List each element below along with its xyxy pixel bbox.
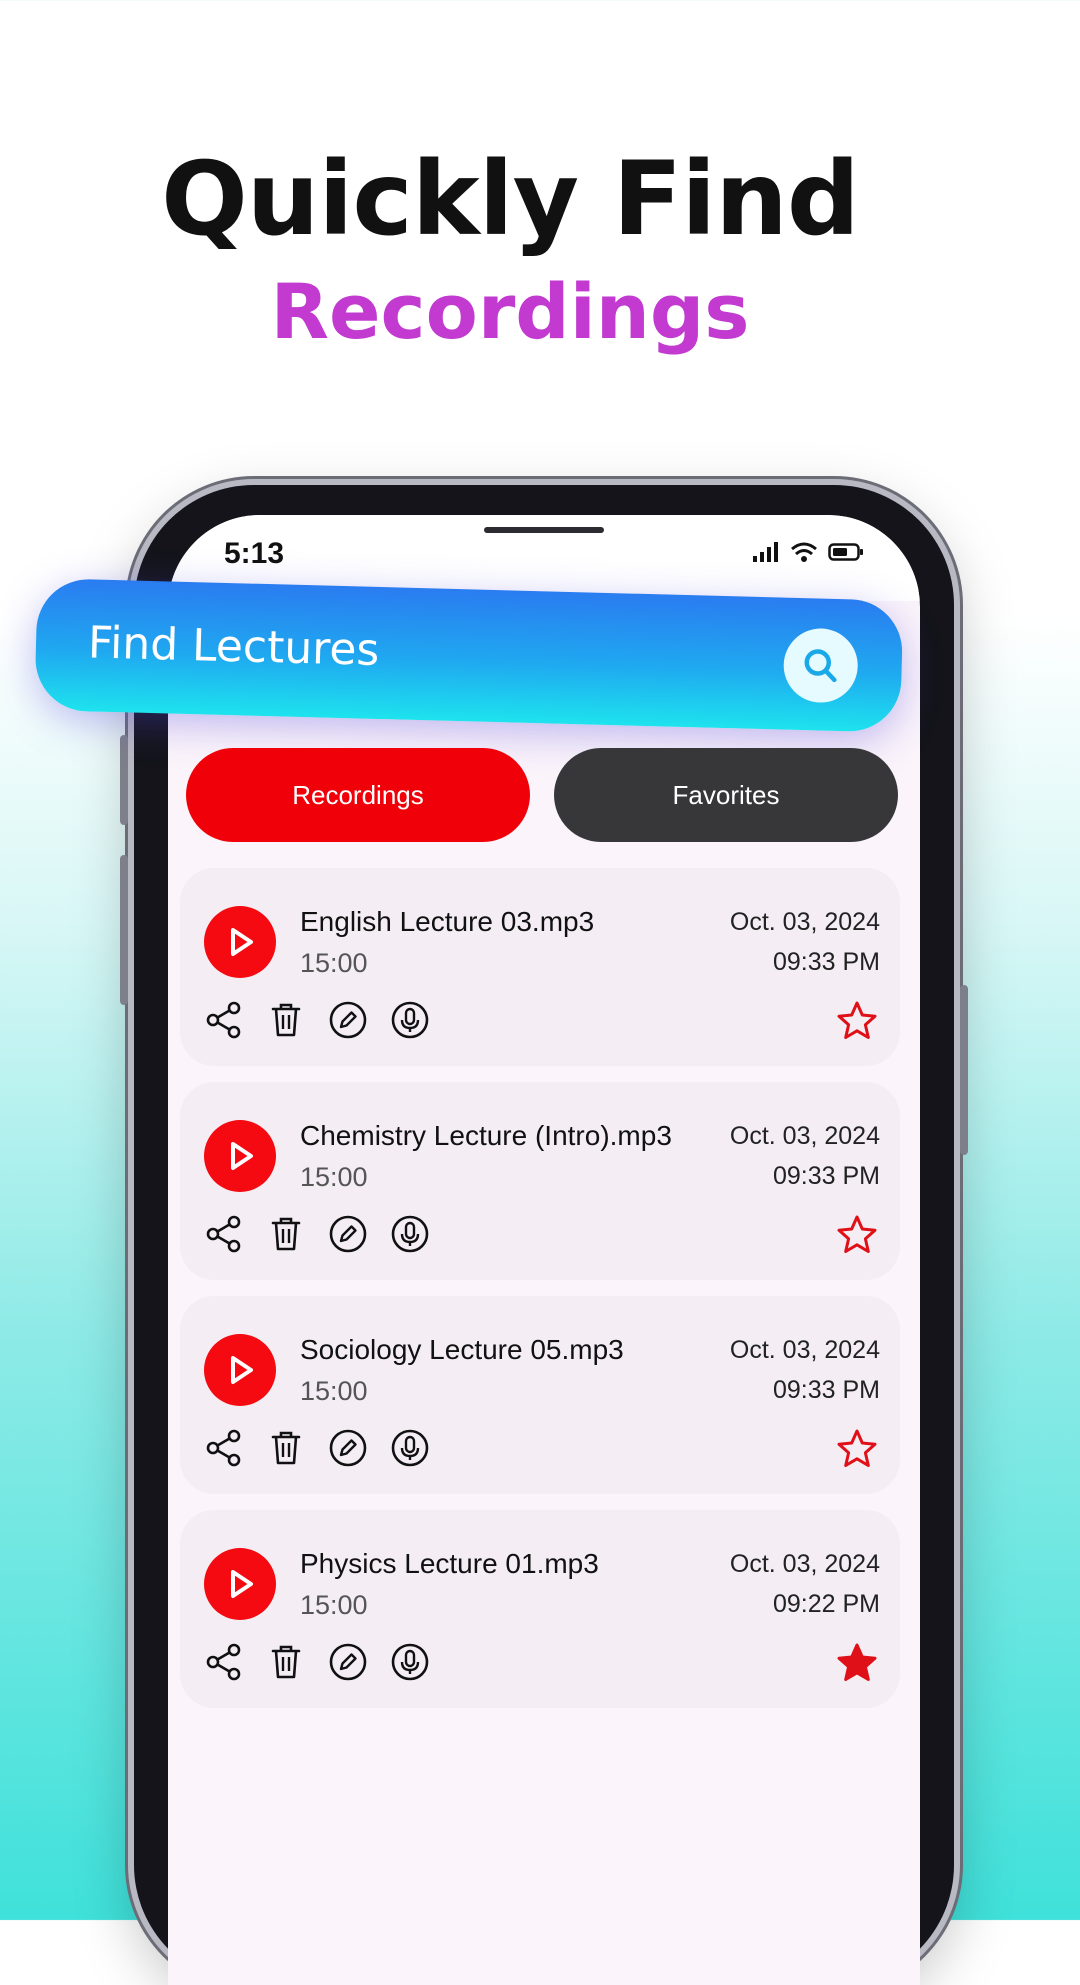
recording-time: 09:33 PM xyxy=(772,948,880,976)
tab-recordings[interactable]: Recordings xyxy=(186,748,530,842)
search-label: Find Lectures xyxy=(87,617,381,676)
recording-actions xyxy=(204,1000,430,1040)
search-bar[interactable]: Find Lectures xyxy=(34,578,904,733)
record-button[interactable] xyxy=(390,1642,430,1682)
record-button[interactable] xyxy=(390,1214,430,1254)
trash-icon xyxy=(271,1645,301,1679)
recording-date: Oct. 03, 2024 xyxy=(729,908,880,936)
play-icon xyxy=(231,928,253,956)
microphone-icon xyxy=(391,1643,429,1681)
play-button[interactable] xyxy=(204,1548,276,1620)
delete-button[interactable] xyxy=(266,1642,306,1682)
share-icon xyxy=(206,1643,241,1681)
delete-button[interactable] xyxy=(266,1428,306,1468)
share-button[interactable] xyxy=(204,1642,244,1682)
recording-actions xyxy=(204,1214,430,1254)
share-button[interactable] xyxy=(204,1428,244,1468)
share-button[interactable] xyxy=(204,1000,244,1040)
favorite-star-icon[interactable] xyxy=(836,1214,878,1256)
recording-card[interactable]: Sociology Lecture 05.mp3 15:00 Oct. 03, … xyxy=(180,1296,900,1494)
play-icon xyxy=(231,1356,253,1384)
trash-icon xyxy=(271,1003,301,1037)
edit-icon xyxy=(329,1429,367,1467)
trash-icon xyxy=(271,1431,301,1465)
headline-subtitle: Recordings xyxy=(270,267,750,356)
favorite-star-icon[interactable] xyxy=(836,1428,878,1470)
rename-button[interactable] xyxy=(328,1642,368,1682)
recording-time: 09:33 PM xyxy=(772,1162,880,1190)
headline: Quickly Find Recordings xyxy=(0,140,1020,360)
play-icon xyxy=(231,1142,253,1170)
recording-card[interactable]: Chemistry Lecture (Intro).mp3 15:00 Oct.… xyxy=(180,1082,900,1280)
tab-favorites[interactable]: Favorites xyxy=(554,748,898,842)
share-icon xyxy=(206,1429,241,1467)
microphone-icon xyxy=(391,1001,429,1039)
search-button[interactable] xyxy=(782,627,859,704)
phone-power-button xyxy=(960,985,968,1155)
play-button[interactable] xyxy=(204,1120,276,1192)
share-icon xyxy=(206,1001,241,1039)
recording-title: Chemistry Lecture (Intro).mp3 xyxy=(300,1120,672,1151)
recording-duration: 15:00 xyxy=(300,1376,368,1406)
edit-icon xyxy=(329,1643,367,1681)
play-button[interactable] xyxy=(204,906,276,978)
share-button[interactable] xyxy=(204,1214,244,1254)
rename-button[interactable] xyxy=(328,1428,368,1468)
wifi-icon xyxy=(791,542,817,562)
tab-bar: Recordings Favorites xyxy=(186,748,898,842)
microphone-icon xyxy=(391,1429,429,1467)
recording-time: 09:33 PM xyxy=(772,1376,880,1404)
delete-button[interactable] xyxy=(266,1214,306,1254)
status-time: 5:13 xyxy=(224,537,285,570)
favorite-star-icon[interactable] xyxy=(836,1642,878,1684)
speaker-notch xyxy=(484,527,604,533)
trash-icon xyxy=(271,1217,301,1251)
recording-actions xyxy=(204,1428,430,1468)
recording-title: Sociology Lecture 05.mp3 xyxy=(300,1334,624,1365)
phone-side-button xyxy=(120,735,128,825)
play-button[interactable] xyxy=(204,1334,276,1406)
recording-card[interactable]: English Lecture 03.mp3 15:00 Oct. 03, 20… xyxy=(180,868,900,1066)
battery-icon xyxy=(828,543,863,561)
recording-date: Oct. 03, 2024 xyxy=(729,1122,880,1150)
recording-duration: 15:00 xyxy=(300,1590,368,1620)
headline-title: Quickly Find xyxy=(161,140,860,259)
favorite-star-icon[interactable] xyxy=(836,1000,878,1042)
recording-title: English Lecture 03.mp3 xyxy=(300,906,595,937)
delete-button[interactable] xyxy=(266,1000,306,1040)
record-button[interactable] xyxy=(390,1428,430,1468)
recording-time: 09:22 PM xyxy=(772,1590,880,1618)
microphone-icon xyxy=(391,1215,429,1253)
search-icon xyxy=(804,649,837,683)
record-button[interactable] xyxy=(390,1000,430,1040)
recording-date: Oct. 03, 2024 xyxy=(729,1336,880,1364)
edit-icon xyxy=(329,1215,367,1253)
recording-duration: 15:00 xyxy=(300,948,368,978)
share-icon xyxy=(206,1215,241,1253)
signal-icon xyxy=(753,542,778,562)
rename-button[interactable] xyxy=(328,1214,368,1254)
recording-title: Physics Lecture 01.mp3 xyxy=(300,1548,599,1579)
edit-icon xyxy=(329,1001,367,1039)
recording-actions xyxy=(204,1642,430,1682)
status-icons xyxy=(752,541,864,563)
phone-volume-button xyxy=(120,855,128,1005)
recording-date: Oct. 03, 2024 xyxy=(729,1550,880,1578)
play-icon xyxy=(231,1570,253,1598)
recording-card[interactable]: Physics Lecture 01.mp3 15:00 Oct. 03, 20… xyxy=(180,1510,900,1708)
rename-button[interactable] xyxy=(328,1000,368,1040)
recording-duration: 15:00 xyxy=(300,1162,368,1192)
